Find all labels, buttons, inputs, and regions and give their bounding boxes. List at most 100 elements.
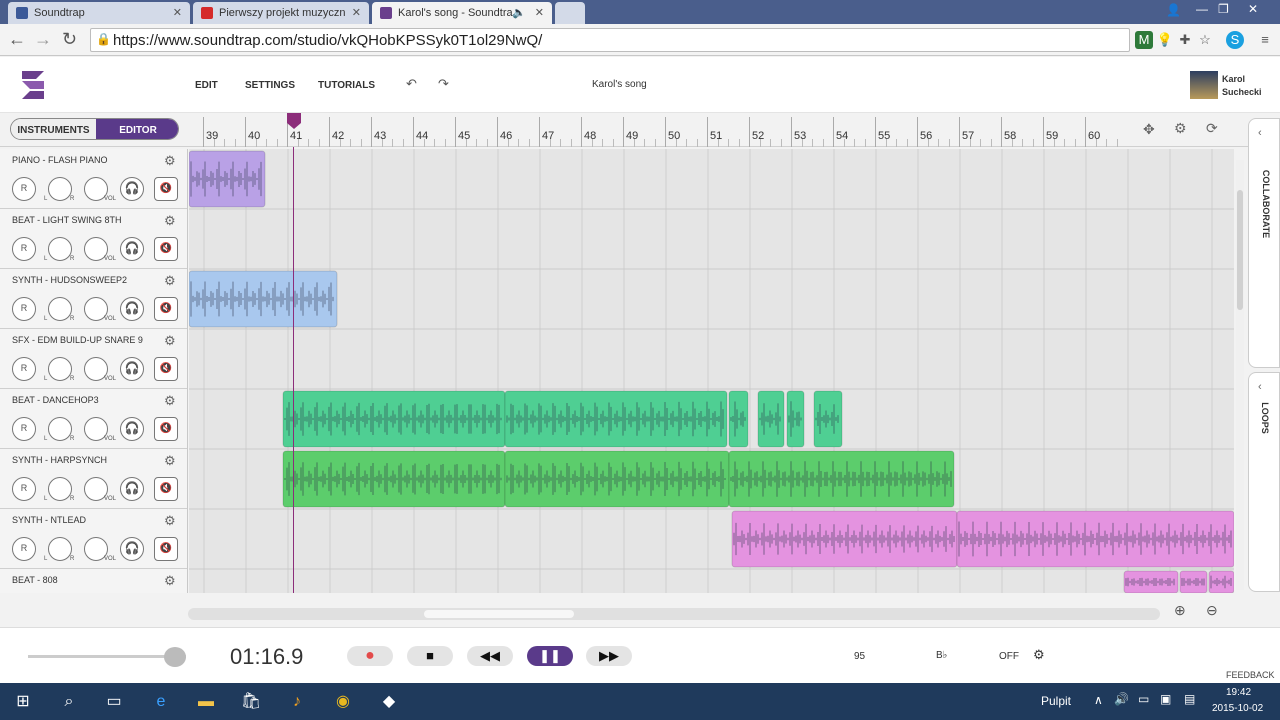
pause-button[interactable]: ❚❚ bbox=[527, 646, 573, 666]
record-arm-button[interactable]: R bbox=[12, 477, 36, 501]
extension-icon[interactable]: M bbox=[1135, 31, 1153, 49]
address-input[interactable]: 🔒 https://www.soundtrap.com/studio/vkQHo… bbox=[90, 28, 1130, 52]
snap-icon[interactable]: ✥ bbox=[1143, 121, 1155, 138]
close-window-icon[interactable]: ✕ bbox=[1248, 2, 1258, 16]
menu-settings[interactable]: SETTINGS bbox=[245, 80, 295, 91]
undo-icon[interactable]: ↶ bbox=[406, 76, 417, 92]
mute-icon[interactable]: 🔇 bbox=[154, 417, 178, 441]
mute-icon[interactable]: 🔇 bbox=[154, 237, 178, 261]
bulb-icon[interactable]: 💡 bbox=[1156, 31, 1174, 49]
store-icon[interactable]: 🛍 bbox=[240, 691, 262, 713]
headphones-icon[interactable]: 🎧 bbox=[120, 177, 144, 201]
task-view-icon[interactable]: ▭ bbox=[103, 691, 125, 713]
close-icon[interactable]: ✕ bbox=[352, 6, 361, 19]
stop-button[interactable]: ■ bbox=[407, 646, 453, 666]
vertical-scrollbar[interactable] bbox=[1236, 160, 1244, 590]
track-header[interactable]: BEAT - LIGHT SWING 8TH ⚙ R L R VOL 🎧 🔇 bbox=[0, 209, 187, 269]
forward-icon[interactable]: → bbox=[34, 29, 52, 50]
restore-icon[interactable]: ❐ bbox=[1218, 2, 1229, 16]
mute-icon[interactable]: 🔇 bbox=[154, 477, 178, 501]
taskbar-location[interactable]: Pulpit bbox=[1041, 694, 1071, 708]
record-arm-button[interactable]: R bbox=[12, 297, 36, 321]
windows-start-icon[interactable]: ⊞ bbox=[12, 691, 34, 713]
gear-icon[interactable]: ⚙ bbox=[164, 153, 176, 169]
reload-icon[interactable]: ↻ bbox=[62, 29, 77, 50]
clip-beat-dancehop[interactable] bbox=[728, 390, 749, 448]
record-arm-button[interactable]: R bbox=[12, 357, 36, 381]
tempo[interactable]: 95 bbox=[854, 651, 865, 662]
soundtrap-logo[interactable] bbox=[18, 69, 48, 101]
loop-icon[interactable]: ⟳ bbox=[1206, 120, 1218, 137]
mute-icon[interactable]: 🔇 bbox=[154, 177, 178, 201]
track-header[interactable]: BEAT - 808 ⚙ R L R VOL 🎧 🔇 bbox=[0, 569, 187, 593]
clip-beat-dancehop[interactable] bbox=[504, 390, 728, 448]
redo-icon[interactable]: ↷ bbox=[438, 76, 449, 92]
playhead-handle[interactable] bbox=[287, 113, 301, 129]
vertical-scroll-thumb[interactable] bbox=[1237, 190, 1243, 310]
clip-synth-ntlead[interactable] bbox=[731, 510, 958, 568]
chrome-icon[interactable]: ◉ bbox=[332, 691, 354, 713]
new-tab-button[interactable] bbox=[555, 2, 585, 24]
user-icon[interactable]: 👤 bbox=[1166, 3, 1181, 17]
back-icon[interactable]: ← bbox=[8, 29, 26, 50]
volume-slider-handle[interactable] bbox=[164, 647, 186, 667]
mute-icon[interactable]: 🔇 bbox=[154, 537, 178, 561]
clip-beat-dancehop[interactable] bbox=[282, 390, 506, 448]
loops-panel-tab[interactable]: ‹ LOOPS bbox=[1248, 372, 1280, 592]
track-header[interactable]: SYNTH - HARPSYNCH ⚙ R L R VOL 🎧 🔇 bbox=[0, 449, 187, 509]
pan-knob[interactable] bbox=[48, 237, 72, 261]
headphones-icon[interactable]: 🎧 bbox=[120, 237, 144, 261]
browser-tab-youtube[interactable]: Pierwszy projekt muzyczn ✕ bbox=[193, 2, 369, 24]
record-arm-button[interactable]: R bbox=[12, 537, 36, 561]
metronome-status[interactable]: OFF bbox=[999, 651, 1019, 662]
gear-icon[interactable]: ⚙ bbox=[164, 573, 176, 589]
mute-icon[interactable]: 🔇 bbox=[154, 357, 178, 381]
app-icon[interactable]: ◆ bbox=[378, 691, 400, 713]
close-icon[interactable]: ✕ bbox=[173, 6, 182, 19]
edge-icon[interactable]: e bbox=[150, 691, 172, 713]
headphones-icon[interactable]: 🎧 bbox=[120, 477, 144, 501]
record-button[interactable]: ● bbox=[347, 646, 393, 666]
clip-beat-dancehop[interactable] bbox=[757, 390, 785, 448]
close-icon[interactable]: ✕ bbox=[535, 6, 544, 19]
volume-icon[interactable]: 🔊 bbox=[1114, 692, 1129, 706]
puzzle-icon[interactable]: ✚ bbox=[1176, 31, 1194, 49]
pan-knob[interactable] bbox=[48, 297, 72, 321]
star-icon[interactable]: ☆ bbox=[1196, 31, 1214, 49]
track-header[interactable]: BEAT - DANCEHOP3 ⚙ R L R VOL 🎧 🔇 bbox=[0, 389, 187, 449]
zoom-out-icon[interactable]: ⊖ bbox=[1206, 602, 1218, 619]
menu-edit[interactable]: EDIT bbox=[195, 80, 218, 91]
battery-icon[interactable]: ▭ bbox=[1138, 692, 1149, 706]
clip-beat-dancehop[interactable] bbox=[813, 390, 843, 448]
track-header[interactable]: SYNTH - NTLEAD ⚙ R L R VOL 🎧 🔇 bbox=[0, 509, 187, 569]
rewind-button[interactable]: ◀◀ bbox=[467, 646, 513, 666]
clip-beat-808[interactable] bbox=[1179, 570, 1208, 593]
skype-icon[interactable]: S bbox=[1226, 31, 1244, 49]
clip-synth-harpsynch[interactable] bbox=[504, 450, 730, 508]
tray-chevron-icon[interactable]: ∧ bbox=[1094, 693, 1103, 707]
menu-tutorials[interactable]: TUTORIALS bbox=[318, 80, 375, 91]
clip-synth-harpsynch[interactable] bbox=[282, 450, 506, 508]
browser-tab-karols-song[interactable]: Karol's song - Soundtra 🔈 ✕ bbox=[372, 2, 552, 24]
network-icon[interactable]: ▣ bbox=[1160, 692, 1171, 706]
pan-knob[interactable] bbox=[48, 357, 72, 381]
song-title[interactable]: Karol's song bbox=[592, 79, 647, 90]
feedback-link[interactable]: FEEDBACK bbox=[1226, 670, 1275, 680]
browser-tab-soundtrap[interactable]: Soundtrap ✕ bbox=[8, 2, 190, 24]
notifications-icon[interactable]: ▤ bbox=[1184, 692, 1195, 706]
gear-icon[interactable]: ⚙ bbox=[1174, 120, 1187, 137]
pan-knob[interactable] bbox=[48, 537, 72, 561]
clip-beat-808[interactable] bbox=[1208, 570, 1234, 593]
clip-synth-harpsynch[interactable] bbox=[728, 450, 955, 508]
gear-icon[interactable]: ⚙ bbox=[164, 513, 176, 529]
clip-synth-ntlead[interactable] bbox=[956, 510, 1234, 568]
clock-time[interactable]: 19:42 bbox=[1226, 687, 1251, 698]
pan-knob[interactable] bbox=[48, 477, 72, 501]
clip-beat-dancehop[interactable] bbox=[786, 390, 805, 448]
collaborate-panel-tab[interactable]: ‹ COLLABORATE bbox=[1248, 118, 1280, 368]
track-header[interactable]: SYNTH - HUDSONSWEEP2 ⚙ R L R VOL 🎧 🔇 bbox=[0, 269, 187, 329]
bar-ruler[interactable]: 39 40 41 42 43 44 45 46 47 48 49 50 51 52 53 54 55 56 57 58… bbox=[189, 113, 1129, 147]
clip-beat-808[interactable] bbox=[1123, 570, 1179, 593]
record-arm-button[interactable]: R bbox=[12, 417, 36, 441]
pan-knob[interactable] bbox=[48, 177, 72, 201]
